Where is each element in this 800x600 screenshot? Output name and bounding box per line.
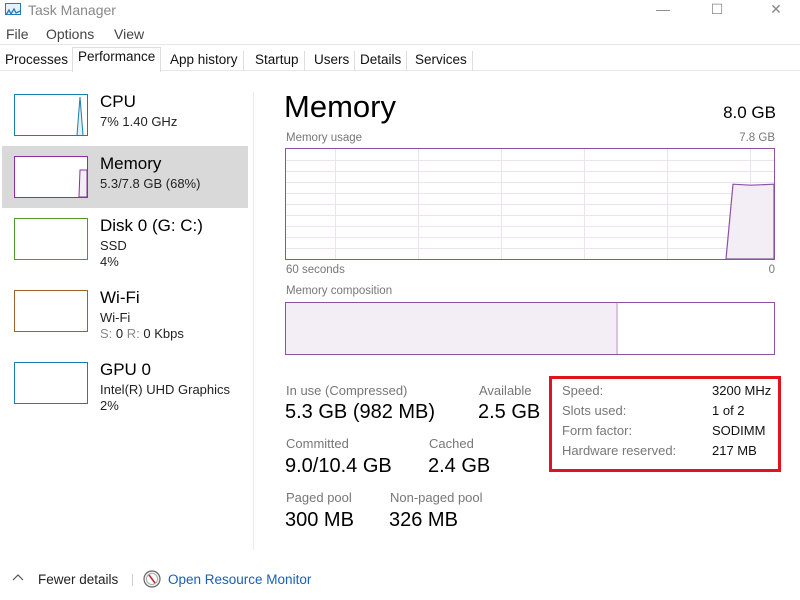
- task-manager-icon: [5, 3, 21, 16]
- memory-composition-label: Memory composition: [286, 285, 393, 297]
- committed-value: 9.0/10.4 GB: [285, 455, 392, 477]
- sidebar-item-cpu[interactable]: CPU 7% 1.40 GHz: [2, 84, 248, 146]
- close-icon: ✕: [770, 1, 782, 17]
- tab-details[interactable]: Details: [355, 51, 408, 71]
- receive-label: R:: [126, 326, 140, 341]
- tab-bar: Processes Performance App history Startu…: [0, 44, 800, 72]
- total-memory: 8.0 GB: [723, 103, 776, 122]
- memory-usage-chart: [286, 149, 775, 260]
- sidebar-divider: [253, 92, 254, 550]
- memory-usage-graph: [285, 148, 775, 260]
- hw-key: Slots used:: [562, 403, 627, 418]
- paged-pool-label: Paged pool: [286, 490, 352, 505]
- hw-value: 1 of 2: [712, 403, 745, 418]
- memory-usage-max: 7.8 GB: [739, 132, 775, 144]
- menu-view[interactable]: View: [114, 26, 144, 42]
- sidebar-item-label: Disk 0 (G: C:): [100, 216, 203, 235]
- minimize-button[interactable]: —: [640, 0, 686, 20]
- send-label: S:: [100, 326, 113, 341]
- maximize-icon: ☐: [710, 1, 724, 17]
- sidebar-item-label: Memory: [100, 154, 162, 173]
- hw-key: Hardware reserved:: [562, 443, 677, 458]
- sidebar-item-wifi[interactable]: Wi-Fi Wi-Fi S: 0 R: 0 Kbps: [2, 280, 248, 342]
- minimize-icon: —: [656, 1, 670, 17]
- page-title: Memory: [284, 89, 396, 124]
- available-label: Available: [479, 383, 532, 398]
- cached-label: Cached: [429, 436, 474, 451]
- cpu-usage-text: 7% 1.40 GHz: [100, 114, 178, 129]
- send-value: 0: [115, 326, 124, 341]
- tab-users[interactable]: Users: [309, 51, 356, 71]
- memory-usage-label: Memory usage: [286, 132, 363, 144]
- hw-value: 3200 MHz: [712, 383, 772, 398]
- cached-value: 2.4 GB: [428, 455, 491, 477]
- fewer-details-button[interactable]: Fewer details: [38, 572, 118, 587]
- window-title: Task Manager: [28, 2, 116, 18]
- sidebar-item-label: CPU: [100, 92, 136, 111]
- tab-services[interactable]: Services: [410, 51, 473, 71]
- menu-file[interactable]: File: [6, 26, 29, 42]
- disk-type-text: SSD: [100, 238, 127, 253]
- available-value: 2.5 GB: [478, 401, 541, 423]
- non-paged-pool-value: 326 MB: [389, 509, 458, 531]
- gpu-thumbnail-graph: [14, 362, 88, 404]
- in-use-label: In use (Compressed): [286, 383, 408, 398]
- memory-usage-series: [725, 183, 775, 260]
- graph-time-end-label: 0: [768, 264, 775, 276]
- tab-performance[interactable]: Performance: [72, 47, 162, 72]
- sidebar-item-label: Wi-Fi: [100, 288, 140, 307]
- tab-startup[interactable]: Startup: [250, 51, 305, 71]
- memory-thumbnail-graph: [14, 156, 88, 198]
- chevron-up-icon[interactable]: [12, 570, 24, 585]
- hw-key: Form factor:: [562, 423, 633, 438]
- gpu-usage-text: 2%: [100, 398, 119, 413]
- receive-value: 0 Kbps: [143, 326, 184, 341]
- committed-label: Committed: [286, 436, 349, 451]
- resource-monitor-icon: [143, 570, 161, 591]
- hardware-info-highlight: Speed: 3200 MHz Slots used: 1 of 2 Form …: [549, 376, 781, 472]
- hw-key: Speed:: [562, 383, 604, 398]
- footer-divider: [132, 574, 133, 586]
- title-bar: Task Manager — ☐ ✕: [0, 0, 800, 22]
- tab-processes[interactable]: Processes: [0, 51, 75, 71]
- disk-thumbnail-graph: [14, 218, 88, 260]
- tab-app-history[interactable]: App history: [165, 51, 244, 71]
- paged-pool-value: 300 MB: [285, 509, 354, 531]
- memory-composition-bar: [285, 302, 775, 355]
- in-use-value: 5.3 GB (982 MB): [285, 401, 436, 423]
- non-paged-pool-label: Non-paged pool: [390, 490, 483, 505]
- wifi-thumbnail-graph: [14, 290, 88, 332]
- footer: Fewer details Open Resource Monitor: [0, 568, 400, 592]
- sidebar-item-memory[interactable]: Memory 5.3/7.8 GB (68%): [2, 146, 248, 208]
- cpu-thumbnail-graph: [14, 94, 88, 136]
- disk-usage-text: 4%: [100, 254, 119, 269]
- gpu-model-text: Intel(R) UHD Graphics: [100, 382, 231, 397]
- wifi-adapter-text: Wi-Fi: [100, 310, 131, 325]
- wifi-throughput-text: S: 0 R: 0 Kbps: [100, 326, 184, 341]
- graph-time-span-label: 60 seconds: [286, 264, 345, 276]
- sidebar-item-gpu[interactable]: GPU 0 Intel(R) UHD Graphics 2%: [2, 352, 248, 414]
- sidebar-item-disk[interactable]: Disk 0 (G: C:) SSD 4%: [2, 208, 248, 270]
- composition-in-use-segment: [286, 303, 618, 354]
- close-button[interactable]: ✕: [753, 0, 799, 20]
- menu-options[interactable]: Options: [46, 26, 94, 42]
- sidebar-item-label: GPU 0: [100, 360, 152, 379]
- maximize-button[interactable]: ☐: [694, 0, 740, 20]
- memory-usage-text: 5.3/7.8 GB (68%): [100, 176, 201, 191]
- hw-value: 217 MB: [712, 443, 757, 458]
- open-resource-monitor-link[interactable]: Open Resource Monitor: [168, 572, 311, 587]
- hw-value: SODIMM: [712, 423, 766, 438]
